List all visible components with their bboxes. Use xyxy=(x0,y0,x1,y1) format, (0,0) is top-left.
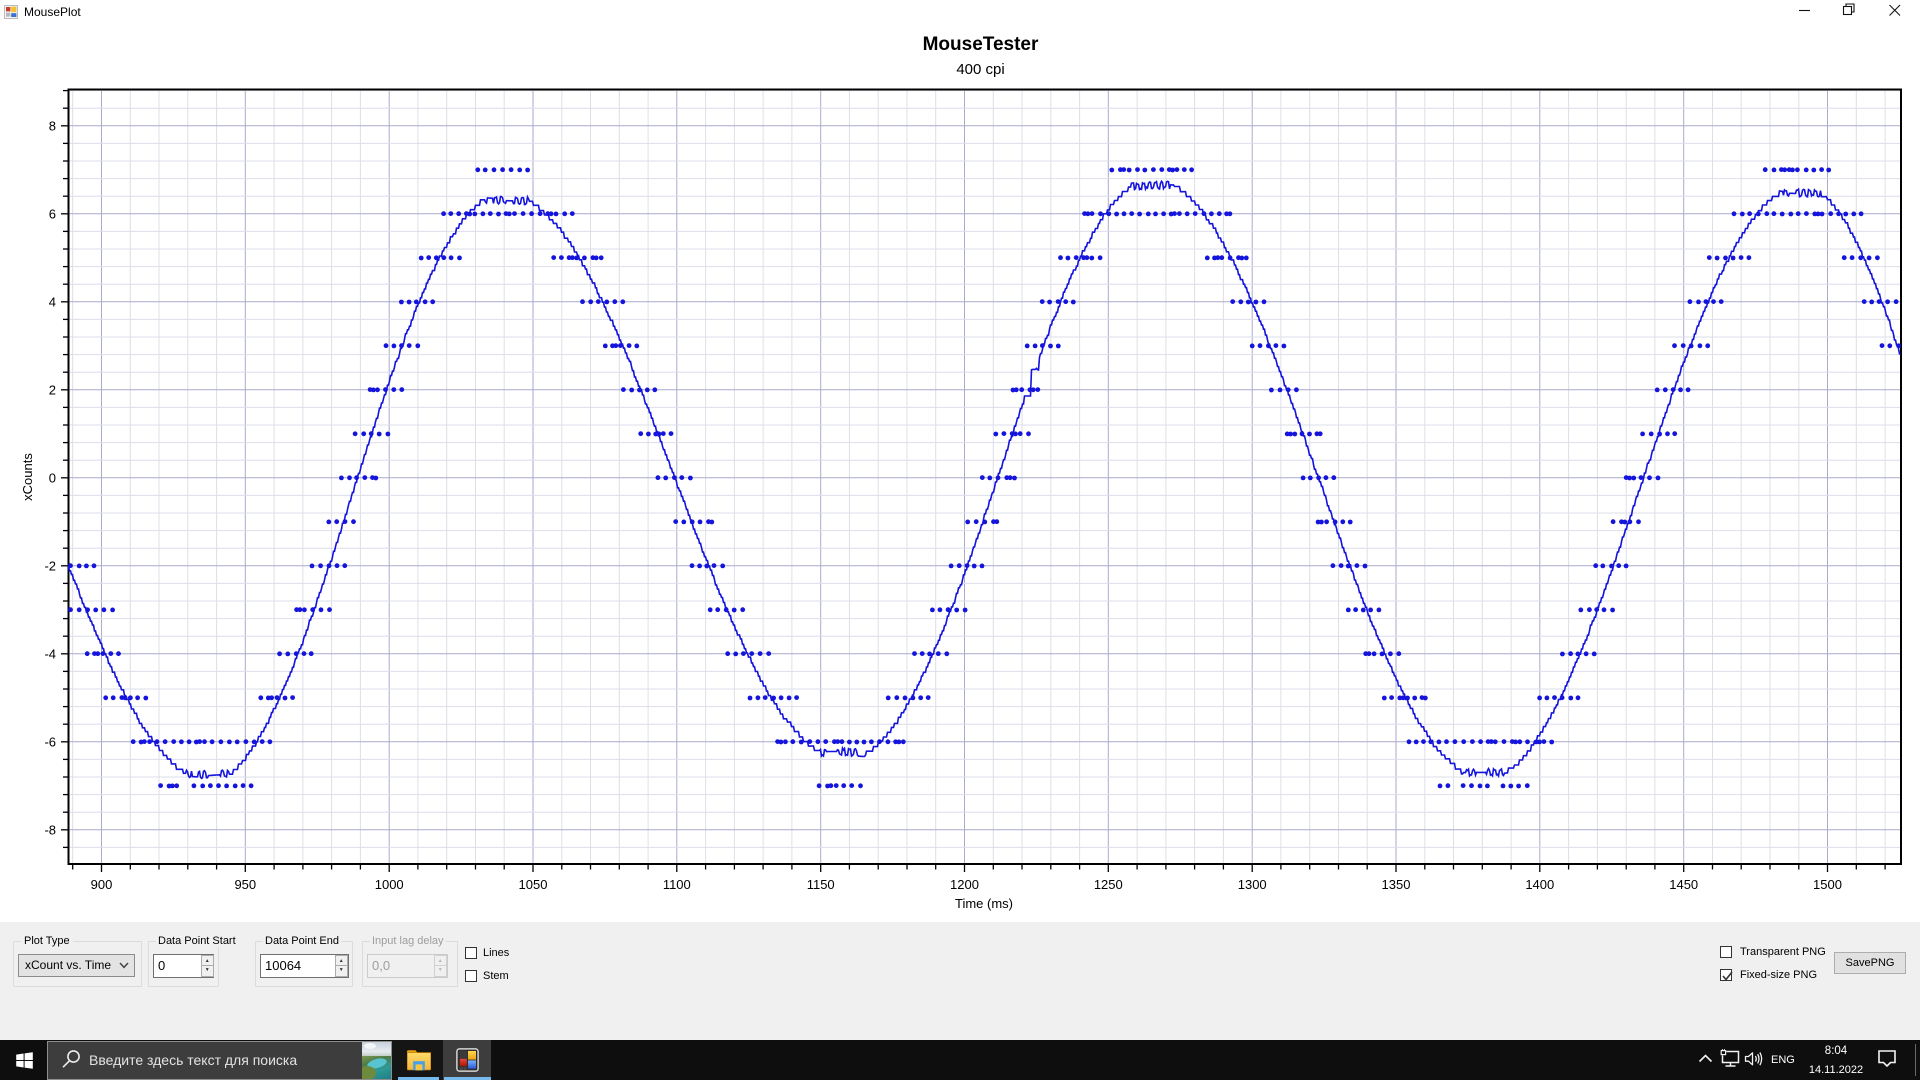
svg-text:1450: 1450 xyxy=(1669,877,1698,892)
svg-text:1350: 1350 xyxy=(1382,877,1411,892)
svg-text:-6: -6 xyxy=(44,734,56,749)
svg-text:-8: -8 xyxy=(44,822,56,837)
svg-text:-2: -2 xyxy=(44,558,56,573)
svg-text:1100: 1100 xyxy=(663,877,691,892)
svg-text:1250: 1250 xyxy=(1094,877,1123,892)
svg-text:4: 4 xyxy=(49,294,56,309)
svg-text:Time (ms): Time (ms) xyxy=(955,896,1013,911)
svg-text:xCounts: xCounts xyxy=(20,453,35,501)
svg-text:0: 0 xyxy=(49,470,56,485)
svg-text:1400: 1400 xyxy=(1525,877,1554,892)
svg-text:1050: 1050 xyxy=(519,877,548,892)
svg-text:8: 8 xyxy=(49,118,56,133)
svg-text:1150: 1150 xyxy=(807,877,835,892)
svg-text:-4: -4 xyxy=(44,646,56,661)
svg-text:1200: 1200 xyxy=(950,877,979,892)
svg-text:1000: 1000 xyxy=(375,877,404,892)
svg-text:2: 2 xyxy=(49,382,56,397)
svg-text:1300: 1300 xyxy=(1238,877,1267,892)
svg-text:1500: 1500 xyxy=(1813,877,1842,892)
svg-text:6: 6 xyxy=(49,206,56,221)
svg-text:900: 900 xyxy=(91,877,113,892)
svg-text:950: 950 xyxy=(234,877,256,892)
